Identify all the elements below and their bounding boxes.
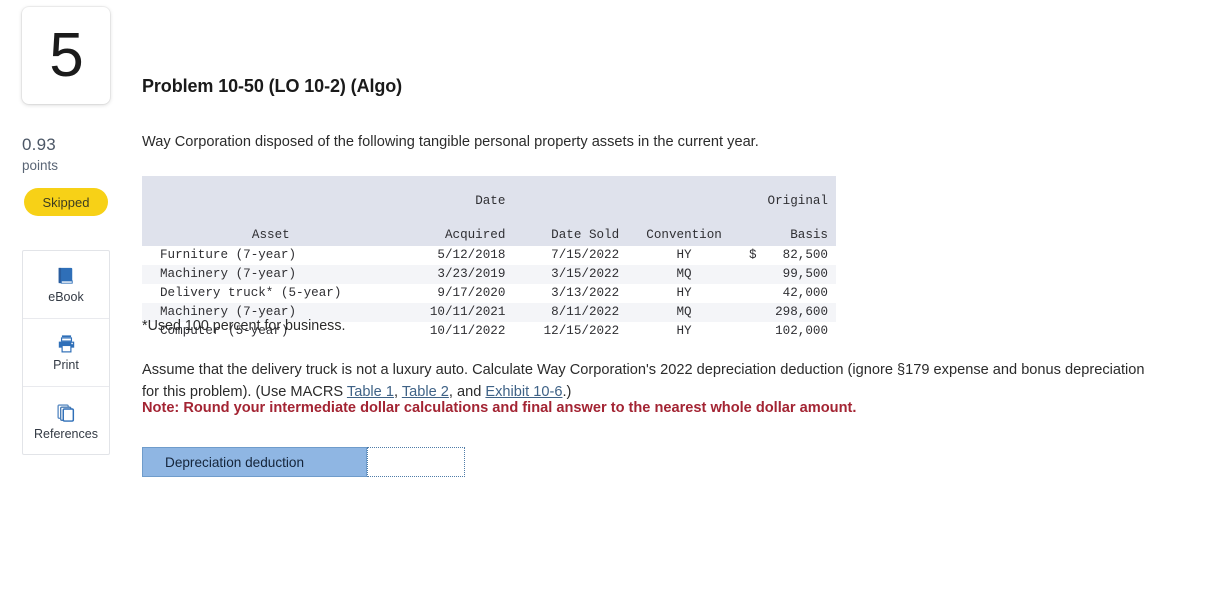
link-table-2[interactable]: Table 2: [402, 384, 449, 400]
cell-asset: Delivery truck* (5-year): [160, 286, 342, 300]
cell-acquired: 9/17/2020: [437, 286, 506, 300]
link-exhibit-10-6[interactable]: Exhibit 10-6: [485, 384, 562, 400]
cell-convention: HY: [676, 324, 692, 338]
table-row: Furniture (7-year) 5/12/2018 7/15/2022 H…: [142, 246, 836, 265]
page-title: Problem 10-50 (LO 10-2) (Algo): [142, 76, 403, 96]
col-date-acquired: Date Acquired: [399, 176, 514, 246]
cell-basis: 42,000: [782, 286, 828, 300]
cell-basis: $82,500: [748, 248, 828, 262]
references-label: References: [34, 426, 98, 441]
col-date-sold: Date Sold: [513, 176, 628, 246]
instructions-part1: Assume that the delivery truck is not a …: [142, 362, 1145, 400]
cell-convention: HY: [676, 286, 692, 300]
link-table-1[interactable]: Table 1: [347, 384, 394, 400]
separator-2: , and: [448, 384, 486, 400]
cell-convention: HY: [676, 248, 692, 262]
references-button[interactable]: References: [23, 387, 109, 455]
cell-acquired: 3/23/2019: [437, 267, 506, 281]
col-asset: Asset: [142, 176, 400, 246]
cell-basis: 99,500: [782, 267, 828, 281]
cell-basis: 102,000: [775, 324, 828, 338]
separator-1: ,: [393, 384, 402, 400]
col-original-basis: Original Basis: [740, 176, 836, 246]
currency-symbol: $: [748, 248, 757, 262]
question-sidebar: 5 0.93 points Skipped eBook Print Refere…: [0, 0, 140, 614]
tool-panel: eBook Print References: [22, 250, 110, 455]
intro-text: Way Corporation disposed of the followin…: [142, 134, 759, 150]
question-body: Problem 10-50 (LO 10-2) (Algo) Way Corpo…: [142, 0, 1232, 614]
status-badge: Skipped: [24, 188, 108, 216]
instructions-text: Assume that the delivery truck is not a …: [142, 359, 1156, 403]
cell-convention: MQ: [676, 267, 692, 281]
cell-acquired: 10/11/2022: [429, 324, 506, 338]
table-row: Machinery (7-year) 3/23/2019 3/15/2022 M…: [142, 265, 836, 284]
cell-basis: 298,600: [775, 305, 828, 319]
answer-row: Depreciation deduction: [142, 447, 465, 477]
cell-sold: 12/15/2022: [543, 324, 620, 338]
cell-asset: Machinery (7-year): [160, 267, 297, 281]
book-icon: [55, 265, 77, 287]
cell-sold: 3/13/2022: [551, 286, 620, 300]
question-number: 5: [49, 20, 83, 90]
cell-sold: 7/15/2022: [551, 248, 620, 262]
asset-table: Asset Date Acquired Date Sold Convention…: [142, 176, 836, 341]
table-row: Delivery truck* (5-year) 9/17/2020 3/13/…: [142, 284, 836, 303]
cell-sold: 8/11/2022: [551, 305, 620, 319]
question-page: 5 0.93 points Skipped eBook Print Refere…: [0, 0, 1232, 614]
rounding-note: Note: Round your intermediate dollar cal…: [142, 400, 857, 416]
print-label: Print: [53, 358, 79, 372]
points-label: points: [22, 158, 59, 173]
answer-label: Depreciation deduction: [142, 447, 367, 477]
instructions-end: .): [562, 384, 572, 400]
points-value: 0.93: [22, 135, 56, 154]
cell-asset: Furniture (7-year): [160, 248, 297, 262]
print-button[interactable]: Print: [23, 319, 109, 387]
cell-convention: MQ: [676, 305, 692, 319]
printer-icon: [55, 333, 78, 355]
question-number-card: 5: [22, 7, 110, 104]
col-convention: Convention: [627, 176, 741, 246]
cell-sold: 3/15/2022: [551, 267, 620, 281]
ebook-button[interactable]: eBook: [23, 251, 109, 319]
answer-input[interactable]: [367, 447, 465, 477]
ebook-label: eBook: [48, 290, 84, 304]
pages-stack-icon: [55, 402, 77, 424]
footnote-text: *Used 100 percent for business.: [142, 318, 346, 334]
cell-acquired: 10/11/2021: [429, 305, 506, 319]
cell-acquired: 5/12/2018: [437, 248, 506, 262]
table-header-row: Asset Date Acquired Date Sold Convention…: [142, 176, 836, 246]
table-header: Asset Date Acquired Date Sold Convention…: [142, 176, 836, 246]
